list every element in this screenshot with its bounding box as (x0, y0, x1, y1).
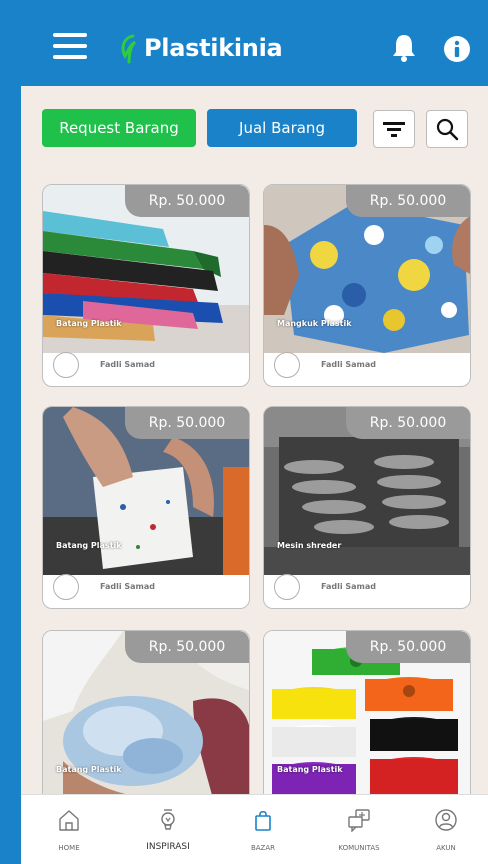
price-badge: Rp. 50.000 (346, 185, 470, 217)
shopping-bag-icon (255, 810, 271, 831)
menu-icon[interactable] (53, 33, 87, 59)
bottom-nav: HOME INSPIRASI BAZAR KOMUNITAS AKUN (21, 794, 488, 864)
request-barang-button[interactable]: Request Barang (42, 109, 196, 147)
seller-name: Fadli Samad (100, 582, 156, 591)
nav-akun[interactable]: AKUN (411, 795, 481, 864)
nav-komunitas[interactable]: KOMUNITAS (324, 795, 394, 864)
search-button[interactable] (426, 110, 468, 148)
price-badge: Rp. 50.000 (125, 185, 249, 217)
info-icon[interactable] (443, 35, 471, 63)
nav-label: KOMUNITAS (338, 844, 380, 852)
avatar (274, 352, 300, 378)
filter-icon (383, 122, 405, 137)
seller-name: Fadli Samad (321, 582, 377, 591)
app-frame: Plastikinia Request Barang Jual Barang R… (21, 8, 488, 864)
search-icon (436, 118, 459, 141)
price-badge: Rp. 50.000 (125, 407, 249, 439)
community-icon (348, 809, 370, 832)
nav-label: AKUN (436, 844, 456, 852)
account-icon (435, 809, 457, 831)
seller-name: Fadli Samad (321, 360, 377, 369)
price-badge: Rp. 50.000 (346, 407, 470, 439)
price-badge: Rp. 50.000 (346, 631, 470, 663)
product-card[interactable]: Rp. 50.000 Batang Plastik Fadli Samad (42, 184, 250, 387)
avatar (53, 574, 79, 600)
nav-label: BAZAR (250, 844, 276, 852)
home-icon (59, 810, 79, 831)
filter-button[interactable] (373, 110, 415, 148)
product-card[interactable]: Rp. 50.000 Batang Plastik Fadli Samad (42, 406, 250, 609)
price-badge: Rp. 50.000 (125, 631, 249, 663)
avatar (274, 574, 300, 600)
top-bar: Plastikinia (21, 8, 488, 86)
logo-leaf-icon (121, 34, 137, 64)
nav-bazar[interactable]: BAZAR (228, 795, 298, 864)
product-name: Batang Plastik (56, 319, 122, 328)
seller-name: Fadli Samad (100, 360, 156, 369)
avatar (53, 352, 79, 378)
product-name: Batang Plastik (56, 765, 122, 774)
product-name: Mesin shreder (277, 541, 342, 550)
product-name: Batang Plastik (277, 765, 343, 774)
nav-home[interactable]: HOME (34, 795, 104, 864)
product-name: Mangkuk Plastik (277, 319, 352, 328)
jual-barang-button[interactable]: Jual Barang (207, 109, 357, 147)
app-name: Plastikinia (144, 34, 283, 62)
product-card[interactable]: Rp. 50.000 Mangkuk Plastik Fadli Samad (263, 184, 471, 387)
lightbulb-icon (161, 809, 175, 830)
nav-inspirasi[interactable]: INSPIRASI (133, 795, 203, 864)
product-card[interactable]: Rp. 50.000 Mesin shreder Fadli Samad (263, 406, 471, 609)
nav-label: INSPIRASI (146, 842, 190, 852)
app-logo: Plastikinia (119, 28, 283, 68)
nav-label: HOME (58, 844, 80, 852)
product-name: Batang Plastik (56, 541, 122, 550)
bell-icon[interactable] (391, 33, 417, 63)
